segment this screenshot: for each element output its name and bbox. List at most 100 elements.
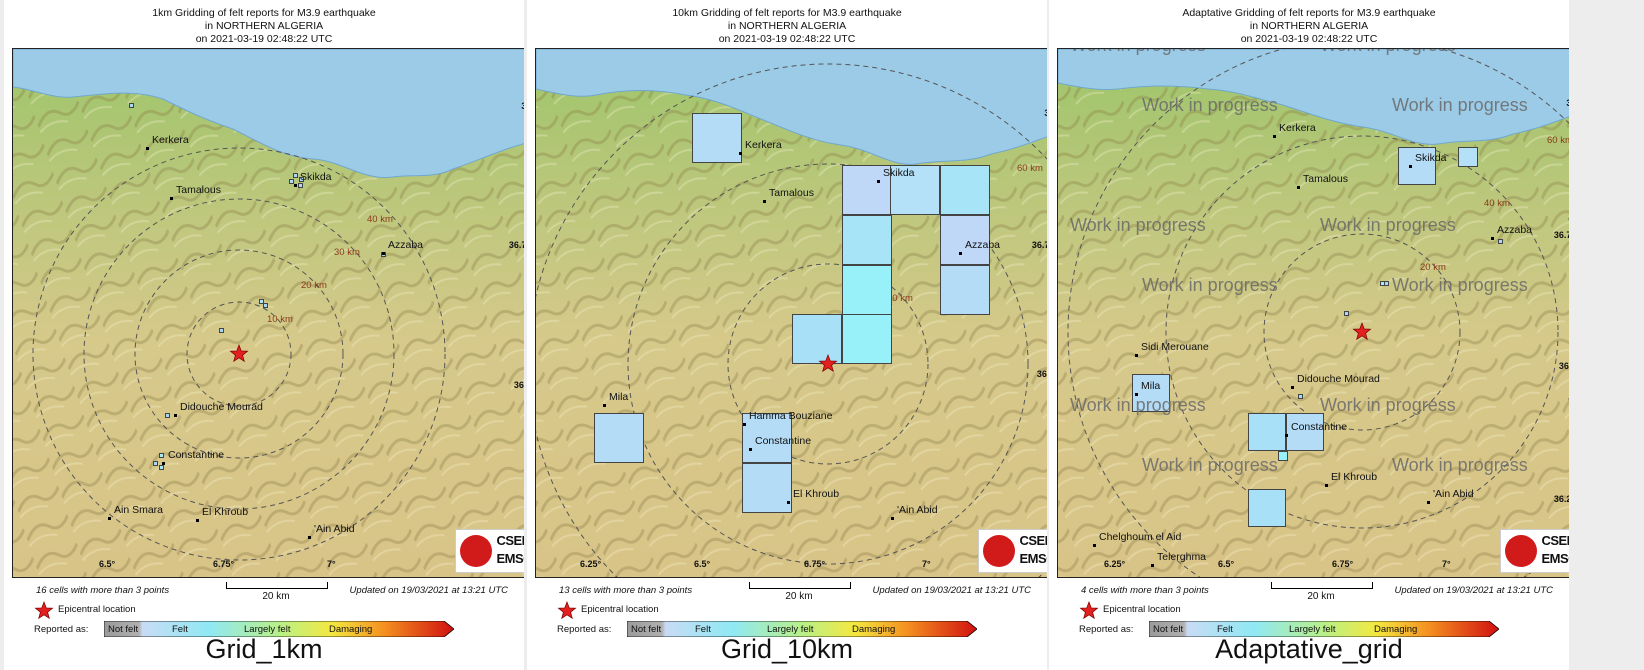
town-marker <box>891 517 894 520</box>
town-marker <box>1135 354 1138 357</box>
latitude-label: 36.75° <box>1031 240 1047 250</box>
map-panel-1: 1km Gridding of felt reports for M3.9 ea… <box>4 0 524 670</box>
town-label: Constantine <box>168 449 225 461</box>
map-canvas[interactable]: 10 km 20 km 30 km 40 km Kerkera Tamalous Skikd… <box>12 48 524 578</box>
title-line-1: Adaptative Gridding of felt reports for … <box>1182 7 1436 19</box>
logo-text-csem: CSEM <box>1019 533 1047 548</box>
felt-cell[interactable] <box>1458 147 1478 167</box>
longitude-label: 6.75° <box>804 559 826 569</box>
ring-label: 10 km <box>267 314 293 325</box>
ring-label: 60 km <box>1547 135 1569 146</box>
updated-text: Updated on 19/03/2021 at 13:21 UTC <box>872 585 1031 596</box>
town-label: Tamalous <box>176 184 221 196</box>
town-label: El Khroub <box>793 488 840 500</box>
logo-text-emsc: EMSC <box>1019 551 1047 566</box>
town-label: Sidi Merouane <box>1141 341 1209 353</box>
map-panel-2: 10km Gridding of felt reports for M3.9 e… <box>527 0 1047 670</box>
town-marker <box>743 423 746 426</box>
felt-cell[interactable] <box>298 183 303 188</box>
felt-cell[interactable] <box>692 113 742 163</box>
town-marker <box>382 252 385 255</box>
felt-cell[interactable] <box>1248 489 1286 527</box>
town-marker <box>1409 165 1412 168</box>
felt-cell[interactable] <box>1298 394 1303 399</box>
legend-epicentral-label: Epicentral location <box>581 604 659 615</box>
updated-text: Updated on 19/03/2021 at 13:21 UTC <box>349 585 508 596</box>
felt-cell[interactable] <box>153 461 158 466</box>
town-marker <box>308 536 311 539</box>
felt-cell[interactable] <box>842 265 892 315</box>
scale-bar <box>749 582 851 589</box>
felt-cell[interactable] <box>129 103 134 108</box>
town-marker <box>1297 186 1300 189</box>
felt-cell[interactable] <box>1248 413 1286 451</box>
town-label: Constantine <box>755 435 812 447</box>
map-overlay: 10 km 20 km 30 km 40 km Kerkera Tamalous Skikd… <box>13 49 524 577</box>
felt-cell[interactable] <box>1278 451 1288 461</box>
latitude-label: 37° <box>521 101 524 111</box>
epicenter-star-icon <box>818 354 838 374</box>
town-marker <box>749 448 752 451</box>
felt-cell[interactable] <box>293 173 298 178</box>
panel-title: 1km Gridding of felt reports for M3.9 ea… <box>4 7 524 46</box>
ring-label: 60 km <box>1017 163 1043 174</box>
felt-cell[interactable] <box>1498 239 1503 244</box>
felt-cell[interactable] <box>940 165 990 215</box>
felt-cell[interactable] <box>219 328 224 333</box>
felt-cell[interactable] <box>263 303 268 308</box>
town-label: 'Ain Abid <box>897 504 938 516</box>
town-label: Mila <box>1141 380 1161 392</box>
felt-cell[interactable] <box>165 413 170 418</box>
map-canvas[interactable]: 20 km40 km60 kmKerkeraTamalousSkikdaAzza… <box>535 48 1047 578</box>
panel-title: Adaptative Gridding of felt reports for … <box>1049 7 1569 46</box>
csem-emsc-logo: CSEM EMSC <box>978 529 1047 573</box>
ring-label: 20 km <box>1420 262 1446 273</box>
map-canvas[interactable]: 20 km40 km60 kmKerkeraTamalousSkikdaAzza… <box>1057 48 1569 578</box>
town-marker <box>1285 434 1288 437</box>
scale-label: 20 km <box>785 591 813 602</box>
felt-cell[interactable] <box>1344 311 1349 316</box>
felt-cell[interactable] <box>742 463 792 513</box>
felt-cell[interactable] <box>159 465 164 470</box>
town-label: Ain Smara <box>114 504 164 516</box>
town-marker <box>959 252 962 255</box>
town-marker <box>739 152 742 155</box>
cells-count-text: 4 cells with more than 3 points <box>1081 585 1209 596</box>
legend-epicentral-label: Epicentral location <box>58 604 136 615</box>
longitude-label: 7° <box>1442 559 1451 569</box>
town-marker <box>146 147 149 150</box>
logo-globe-icon <box>1505 535 1537 567</box>
ring-label: 40 km <box>367 214 393 225</box>
town-label: Chelghoum el Aid <box>1099 531 1182 543</box>
town-label: Tamalous <box>769 187 814 199</box>
latitude-label: 36.5° <box>1036 369 1047 379</box>
logo-globe-icon <box>460 535 492 567</box>
town-label: Azzaba <box>1497 224 1533 236</box>
felt-cell[interactable] <box>940 265 990 315</box>
title-line-1: 1km Gridding of felt reports for M3.9 ea… <box>152 7 376 19</box>
longitude-label: 6.5° <box>99 559 116 569</box>
felt-cell[interactable] <box>1384 281 1389 286</box>
longitude-label: 6.25° <box>1104 559 1126 569</box>
latitude-label: 36.75° <box>1553 230 1569 240</box>
felt-cell[interactable] <box>842 215 892 265</box>
felt-cell[interactable] <box>594 413 644 463</box>
town-label: El Khroub <box>202 506 249 518</box>
ring-label: 30 km <box>334 247 360 258</box>
longitude-label: 7° <box>327 559 336 569</box>
felt-cell[interactable] <box>842 314 892 364</box>
town-label: Didouche Mourad <box>1297 373 1380 385</box>
title-line-3: on 2021-03-19 02:48:22 UTC <box>718 33 856 45</box>
town-label: Didouche Mourad <box>180 401 263 413</box>
updated-text: Updated on 19/03/2021 at 13:21 UTC <box>1394 585 1553 596</box>
felt-cell[interactable] <box>159 453 164 458</box>
longitude-label: 7° <box>922 559 931 569</box>
town-marker <box>877 180 880 183</box>
scale-bar <box>226 582 328 589</box>
title-line-2: in NORTHERN ALGERIA <box>727 20 847 32</box>
ring-label: 20 km <box>301 280 327 291</box>
panel-caption: Grid_1km <box>205 634 323 664</box>
panel-title: 10km Gridding of felt reports for M3.9 e… <box>527 7 1047 46</box>
town-label: 'Ain Abid <box>1433 488 1474 500</box>
longitude-label: 6.75° <box>213 559 235 569</box>
